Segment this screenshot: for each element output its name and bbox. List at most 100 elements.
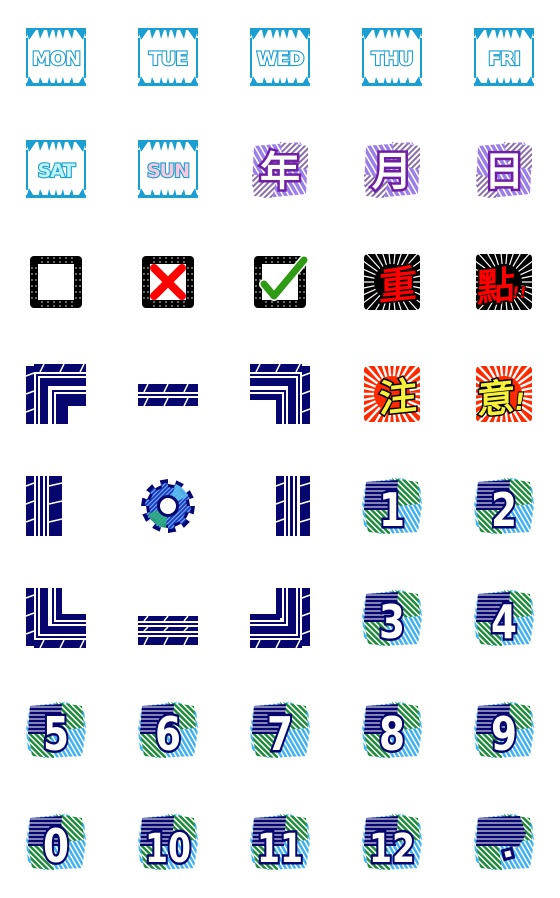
- sticker-burst-red-item[interactable]: 點!!: [448, 226, 560, 338]
- sticker-art: [26, 252, 86, 312]
- sticker-checkbox-empty[interactable]: [0, 226, 112, 338]
- sticker-day-sun[interactable]: SUN: [112, 114, 224, 226]
- sticker-number-6[interactable]: 6: [112, 674, 224, 786]
- sticker-number-1[interactable]: 1: [336, 450, 448, 562]
- sticker-number-3[interactable]: 3: [336, 562, 448, 674]
- sticker-art: 11: [250, 812, 310, 875]
- kanji-label: 月: [372, 149, 412, 195]
- burst-kanji-label: 意: [477, 375, 515, 423]
- sticker-svg: 1: [362, 478, 422, 540]
- sticker-number-12[interactable]: 12: [336, 786, 448, 898]
- sticker-art: TUE: [138, 28, 198, 88]
- sticker-art: 0: [26, 812, 86, 876]
- sticker-frame-bottom-right[interactable]: [224, 562, 336, 674]
- number-label: 11: [257, 826, 303, 872]
- number-label: 8: [379, 707, 405, 761]
- sticker-burst-yellow-item[interactable]: 注: [336, 338, 448, 450]
- sticker-kanji-purple-item[interactable]: 日: [448, 114, 560, 226]
- sticker-number-0[interactable]: 0: [0, 786, 112, 898]
- sticker-number-2[interactable]: 2: [448, 450, 560, 562]
- day-label: MON: [32, 48, 80, 70]
- number-label: 12: [369, 826, 415, 872]
- sticker-art: FRI: [474, 28, 534, 88]
- sticker-number-8[interactable]: 8: [336, 674, 448, 786]
- sticker-svg: 日: [476, 142, 532, 198]
- sticker-gear[interactable]: [112, 450, 224, 562]
- sticker-art: 8: [362, 700, 422, 764]
- sticker-art: 注: [350, 352, 434, 436]
- sticker-svg: 5: [26, 702, 86, 764]
- frame-piece-bottom: [138, 615, 198, 646]
- sticker-art: THU: [362, 28, 422, 88]
- sticker-art: [138, 364, 198, 424]
- sticker-art: 。: [474, 812, 534, 872]
- sticker-svg: 8: [362, 702, 422, 764]
- sticker-day-tue[interactable]: TUE: [112, 2, 224, 114]
- number-label: 2: [491, 483, 517, 537]
- sticker-number-7[interactable]: 7: [224, 674, 336, 786]
- sticker-frame-top-left[interactable]: [0, 338, 112, 450]
- number-label: 7: [267, 707, 293, 761]
- sticker-art: 日: [474, 140, 534, 200]
- sticker-svg: [138, 615, 198, 646]
- striped-background: [474, 814, 534, 870]
- sticker-day-mon[interactable]: MON: [0, 2, 112, 114]
- sticker-number-11[interactable]: 11: [224, 786, 336, 898]
- day-label: TUE: [149, 48, 187, 70]
- number-label: 9: [491, 707, 517, 761]
- gear-icon: [141, 479, 195, 533]
- frame-piece-top-right: [250, 363, 311, 424]
- sticker-frame-bottom[interactable]: [112, 562, 224, 674]
- sticker-art: MON: [26, 28, 86, 88]
- sticker-art: 3: [362, 588, 422, 652]
- sticker-frame-right[interactable]: [224, 450, 336, 562]
- sticker-number-9[interactable]: 9: [448, 674, 560, 786]
- sticker-number-10[interactable]: 10: [112, 786, 224, 898]
- sticker-number-4[interactable]: 4: [448, 562, 560, 674]
- burst-kanji-label: 點: [477, 263, 515, 311]
- sticker-number-5[interactable]: 5: [0, 674, 112, 786]
- sticker-svg: [25, 363, 86, 424]
- sticker-number-period[interactable]: 。: [448, 786, 560, 898]
- number-label: 6: [155, 707, 181, 761]
- sticker-art: [138, 252, 198, 312]
- sticker-kanji-purple-item[interactable]: 年: [224, 114, 336, 226]
- sticker-frame-left[interactable]: [0, 450, 112, 562]
- sticker-kanji-purple-item[interactable]: 月: [336, 114, 448, 226]
- sticker-day-wed[interactable]: WED: [224, 2, 336, 114]
- sticker-svg: 0: [26, 814, 86, 876]
- sticker-frame-bottom-left[interactable]: [0, 562, 112, 674]
- sticker-day-thu[interactable]: THU: [336, 2, 448, 114]
- exclamation-mark: !!: [511, 283, 528, 302]
- sticker-burst-red-item[interactable]: 重: [336, 226, 448, 338]
- sticker-svg: 9: [474, 702, 534, 764]
- sticker-art: 4: [474, 588, 534, 652]
- sticker-art: [25, 476, 86, 536]
- sticker-art: [250, 588, 311, 649]
- day-label: FRI: [488, 48, 520, 70]
- sticker-svg: FRI: [474, 28, 534, 86]
- sticker-art: 1: [362, 476, 422, 540]
- sticker-day-sat[interactable]: SAT: [0, 114, 112, 226]
- sticker-svg: SUN: [138, 140, 198, 198]
- sticker-checkbox-cross[interactable]: [112, 226, 224, 338]
- burst-kanji-label: 重: [379, 261, 417, 309]
- sticker-day-fri[interactable]: FRI: [448, 2, 560, 114]
- number-label: 10: [145, 826, 191, 872]
- sticker-frame-top-right[interactable]: [224, 338, 336, 450]
- day-label: SUN: [147, 160, 189, 182]
- frame-piece-bottom-right: [250, 588, 311, 649]
- sticker-svg: 點!!: [462, 240, 546, 324]
- sticker-burst-yellow-item[interactable]: 意!: [448, 338, 560, 450]
- sticker-svg: 注: [350, 352, 434, 436]
- frame-piece-bottom-left: [25, 588, 86, 649]
- sticker-art: [25, 363, 86, 424]
- sticker-svg: 2: [474, 478, 534, 540]
- sticker-svg: 10: [138, 814, 198, 875]
- sticker-art: 點!!: [462, 240, 546, 324]
- sticker-checkbox-check[interactable]: [224, 226, 336, 338]
- sticker-svg: 年: [252, 142, 308, 198]
- sticker-frame-top[interactable]: [112, 338, 224, 450]
- number-label: 1: [379, 483, 405, 537]
- sticker-svg: [25, 588, 86, 649]
